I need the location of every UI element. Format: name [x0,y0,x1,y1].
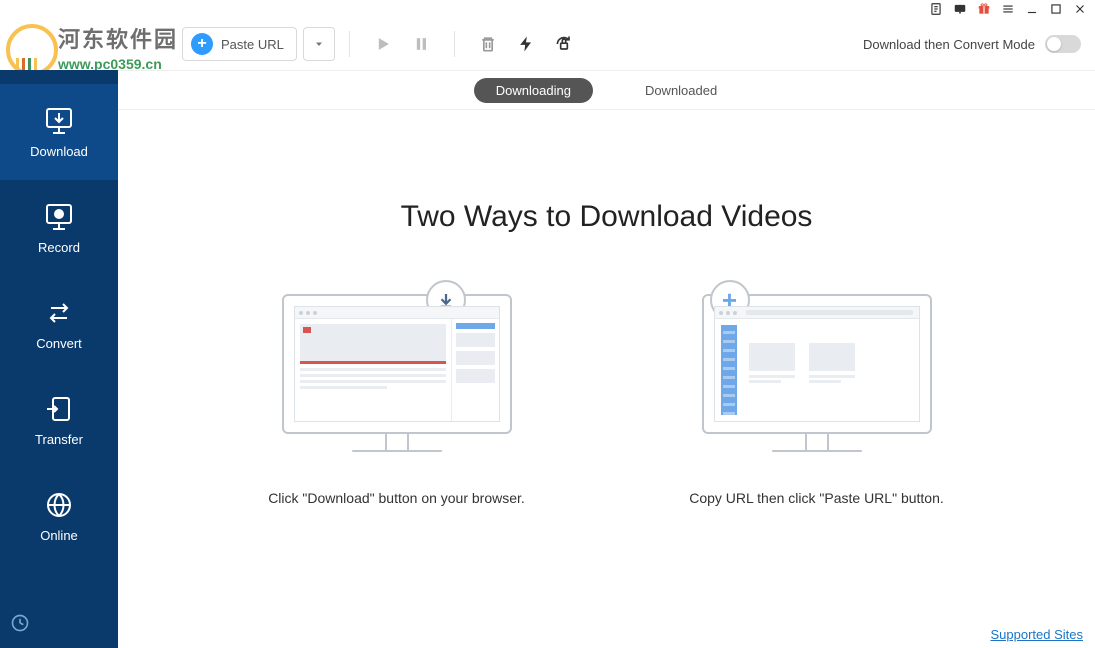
sidebar-item-record[interactable]: Record [0,180,118,276]
illustration-browser [282,294,512,464]
illustration-paste-url: + [702,294,932,464]
sidebar-item-transfer[interactable]: Transfer [0,372,118,468]
main-panel: Downloading Downloaded Two Ways to Downl… [118,70,1095,648]
sidebar: Download Record Convert Transfer [0,70,118,648]
sidebar-item-label: Transfer [35,432,83,447]
convert-mode-label: Download then Convert Mode [863,37,1035,52]
window-titlebar [0,0,1095,18]
sidebar-item-label: Download [30,144,88,159]
plus-icon: + [191,33,213,55]
way1-caption: Click "Download" button on your browser. [268,488,525,509]
play-icon[interactable] [372,33,394,55]
sidebar-item-download[interactable]: Download [0,84,118,180]
supported-sites-link[interactable]: Supported Sites [990,627,1083,642]
lightning-icon[interactable] [515,33,537,55]
pause-icon[interactable] [410,33,432,55]
way-paste-url: + [667,294,967,509]
way2-caption: Copy URL then click "Paste URL" button. [689,488,944,509]
convert-mode-toggle[interactable] [1045,35,1081,53]
convert-mode-toggle-area: Download then Convert Mode [863,35,1081,53]
record-icon [42,202,76,232]
trash-icon[interactable] [477,33,499,55]
paste-url-button[interactable]: + Paste URL [182,27,297,61]
tab-downloading[interactable]: Downloading [474,78,593,103]
tab-bar: Downloading Downloaded [118,70,1095,110]
watermark-text: 河东软件园 [58,22,178,54]
way-browser-button: Click "Download" button on your browser. [247,294,547,509]
sidebar-item-label: Convert [36,336,82,351]
gift-icon[interactable] [977,2,991,16]
app-logo: 河东软件园 www.pc0359.cn [0,18,174,70]
maximize-icon[interactable] [1049,2,1063,16]
transfer-icon [42,394,76,424]
tab-downloaded[interactable]: Downloaded [623,78,739,103]
feedback-icon[interactable] [953,2,967,16]
download-icon [42,106,76,136]
sidebar-item-convert[interactable]: Convert [0,276,118,372]
scheduler-icon[interactable] [0,603,118,648]
minimize-icon[interactable] [1025,2,1039,16]
paste-url-dropdown[interactable] [303,27,335,61]
top-toolbar: 河东软件园 www.pc0359.cn + Paste URL [0,18,1095,70]
paste-url-label: Paste URL [221,37,296,52]
sidebar-item-online[interactable]: Online [0,468,118,564]
notes-icon[interactable] [929,2,943,16]
sidebar-item-label: Online [40,528,78,543]
convert-icon [42,298,76,328]
sidebar-item-label: Record [38,240,80,255]
empty-state: Two Ways to Download Videos [118,110,1095,648]
headline: Two Ways to Download Videos [401,200,813,234]
separator [349,31,350,57]
close-icon[interactable] [1073,2,1087,16]
lock-refresh-icon[interactable] [553,33,575,55]
separator [454,31,455,57]
online-icon [42,490,76,520]
menu-icon[interactable] [1001,2,1015,16]
